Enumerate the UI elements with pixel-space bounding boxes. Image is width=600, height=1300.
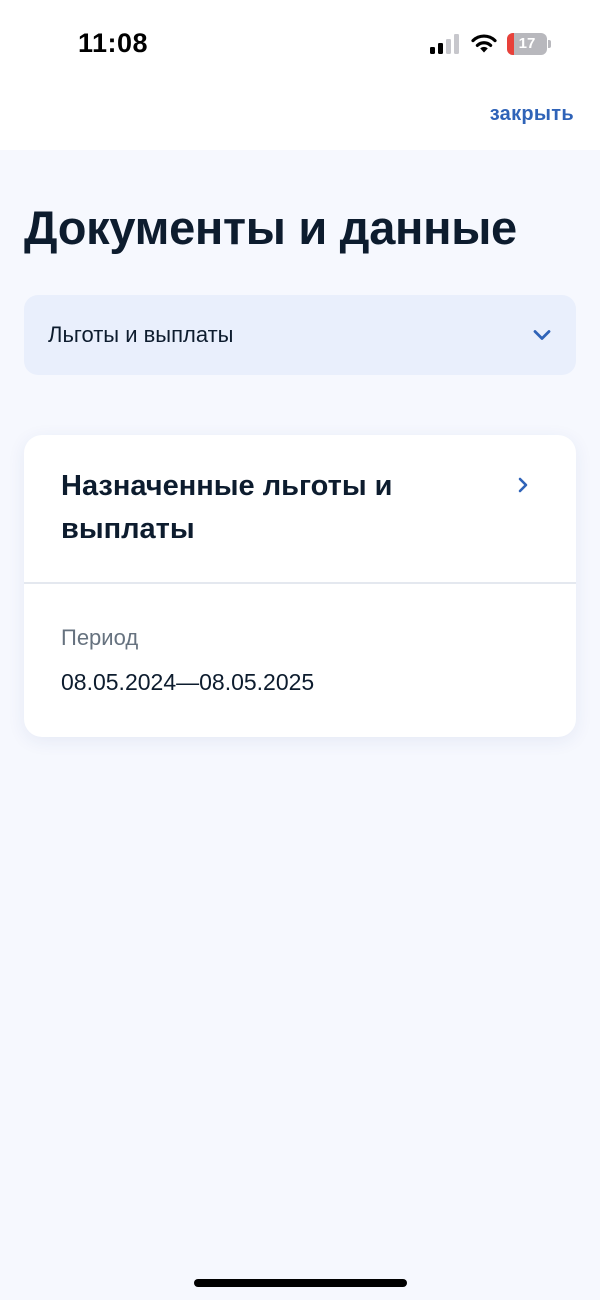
screen: 11:08 17 закрыть Документы и данные Льго…: [0, 0, 600, 1300]
battery-icon: 17: [507, 33, 547, 55]
category-select-value: Льготы и выплаты: [48, 322, 234, 347]
cellular-signal-icon: [430, 34, 459, 54]
card-title: Назначенные льготы и выплаты: [61, 470, 393, 545]
chevron-down-icon: [533, 330, 551, 340]
home-indicator[interactable]: [194, 1279, 407, 1287]
chevron-right-icon[interactable]: [516, 475, 530, 495]
close-link[interactable]: закрыть: [490, 103, 574, 126]
status-time: 11:08: [78, 28, 149, 58]
card-divider: [24, 582, 576, 584]
battery-percent: 17: [518, 35, 536, 52]
page-title: Документы и данные: [24, 201, 517, 254]
wifi-icon: [471, 34, 497, 53]
period-label: Период: [61, 625, 139, 650]
top-bar: 11:08 17 закрыть: [0, 0, 600, 150]
battery-tip: [548, 40, 551, 48]
category-select[interactable]: Льготы и выплаты: [24, 295, 576, 375]
period-value: 08.05.2024—08.05.2025: [61, 669, 315, 695]
benefits-card[interactable]: Назначенные льготы и выплаты Период 08.0…: [24, 435, 576, 737]
